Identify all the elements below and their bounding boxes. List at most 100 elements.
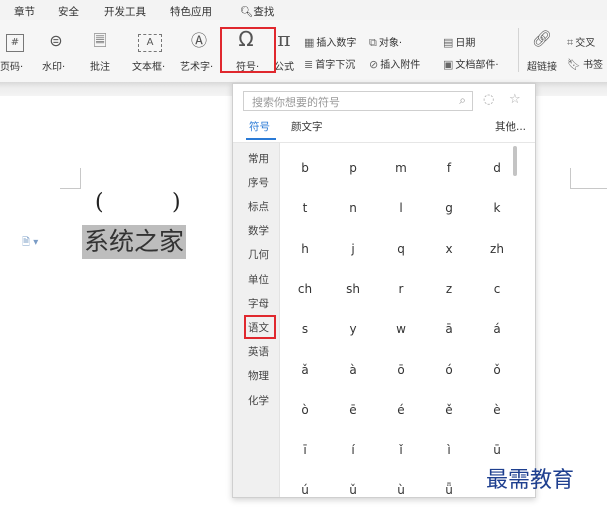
symbol-cell[interactable]: sh <box>329 282 377 296</box>
scrollbar-thumb[interactable] <box>513 146 517 176</box>
tab-developer-tools[interactable]: 开发工具 <box>104 4 146 19</box>
tab-emoticons[interactable]: 颜文字 <box>291 119 323 134</box>
symbol-cell[interactable]: ú <box>281 483 329 497</box>
symbol-scrollbar[interactable] <box>512 144 518 496</box>
symbol-cell[interactable]: í <box>329 443 377 457</box>
tab-search[interactable]: 🔍︎查找 <box>240 4 274 19</box>
symbol-cell[interactable]: ě <box>425 403 473 417</box>
symbol-button-highlight <box>220 27 276 73</box>
page-number-icon[interactable]: # <box>6 34 24 52</box>
document-parts-button[interactable]: ▣ 文档部件· <box>443 56 499 71</box>
symbol-cell[interactable]: ē <box>329 403 377 417</box>
symbol-cell[interactable]: l <box>377 201 425 215</box>
category-chemistry[interactable]: 化学 <box>248 393 269 408</box>
symbol-cell[interactable]: ù <box>377 483 425 497</box>
symbol-cell[interactable]: j <box>329 242 377 256</box>
symbol-cell[interactable]: ǔ <box>329 483 377 497</box>
margin-corner-mark <box>60 188 81 189</box>
ribbon-separator <box>518 28 519 72</box>
drop-cap-button[interactable]: ≣ 首字下沉 <box>304 56 355 71</box>
symbol-cell[interactable]: ī <box>281 443 329 457</box>
category-common[interactable]: 常用 <box>248 151 269 166</box>
wordart-button[interactable]: 艺术字· <box>180 58 213 73</box>
drop-cap-icon: ≣ <box>304 58 314 71</box>
tab-security[interactable]: 安全 <box>58 4 79 19</box>
pin-icon[interactable]: ☆ <box>509 92 521 107</box>
selected-document-text[interactable]: 系统之家 <box>82 225 187 259</box>
symbol-cell[interactable]: f <box>425 161 473 175</box>
textbox-button[interactable]: 文本框· <box>132 58 165 73</box>
symbol-dropdown-panel: ⌕ ◌ ☆ 符号 颜文字 其他... 常用 序号 标点 数学 几何 单位 字母 … <box>232 83 536 498</box>
selected-category-highlight <box>244 315 276 339</box>
symbol-cell[interactable]: p <box>329 161 377 175</box>
category-ordinal[interactable]: 序号 <box>248 175 269 190</box>
watermark-icon[interactable]: ⊜ <box>45 32 67 50</box>
symbol-cell[interactable]: ǐ <box>377 443 425 457</box>
hyperlink-icon[interactable]: 🔗︎ <box>530 30 554 48</box>
insert-number-button[interactable]: ▦ 插入数字 <box>304 34 356 49</box>
watermark-button[interactable]: 水印· <box>42 58 65 73</box>
symbol-search-input[interactable] <box>250 93 444 111</box>
symbol-cell[interactable]: ò <box>281 403 329 417</box>
more-symbols-link[interactable]: 其他... <box>495 119 526 134</box>
symbol-cell[interactable]: é <box>377 403 425 417</box>
symbol-cell[interactable]: t <box>281 201 329 215</box>
comment-button[interactable]: 批注 <box>90 58 110 73</box>
symbol-cell[interactable]: n <box>329 201 377 215</box>
symbol-cell[interactable]: à <box>329 363 377 377</box>
comment-icon[interactable]: 🗏︎ <box>89 32 111 50</box>
category-physics[interactable]: 物理 <box>248 368 269 383</box>
cross-reference-button[interactable]: ⌗ 交叉 <box>567 34 595 50</box>
symbol-cell[interactable]: s <box>281 322 329 336</box>
symbol-cell[interactable]: ā <box>425 322 473 336</box>
symbol-cell[interactable]: ì <box>425 443 473 457</box>
paragraph-marker-icon[interactable]: 🗎︎ ▾ <box>22 235 38 252</box>
attachment-icon: ⊘ <box>369 58 379 71</box>
symbol-cell[interactable]: z <box>425 282 473 296</box>
hyperlink-button[interactable]: 超链接 <box>527 58 557 73</box>
symbol-search-box[interactable]: ⌕ <box>243 91 473 111</box>
open-parenthesis: ( <box>95 190 104 215</box>
insert-number-icon: ▦ <box>304 36 315 49</box>
tab-featured-apps[interactable]: 特色应用 <box>170 4 212 19</box>
formula-button[interactable]: 公式 <box>274 58 294 73</box>
tab-symbols[interactable]: 符号 <box>249 119 270 134</box>
symbol-cell[interactable]: ō <box>377 363 425 377</box>
margin-corner-mark <box>80 168 81 189</box>
close-parenthesis: ) <box>172 190 181 215</box>
tab-chapter[interactable]: 章节 <box>14 4 35 19</box>
margin-corner-mark <box>570 188 607 189</box>
symbol-cell[interactable]: r <box>377 282 425 296</box>
symbol-cell[interactable]: ch <box>281 282 329 296</box>
search-icon: 🔍︎ <box>240 6 254 18</box>
symbol-cell[interactable]: x <box>425 242 473 256</box>
bookmark-button[interactable]: 🔖︎ 书签 <box>567 56 603 71</box>
object-button[interactable]: ⧉ 对象· <box>369 34 402 50</box>
category-math[interactable]: 数学 <box>248 223 269 238</box>
symbol-cell[interactable]: g <box>425 201 473 215</box>
category-punctuation[interactable]: 标点 <box>248 199 269 214</box>
attachment-button[interactable]: ⊘ 插入附件 <box>369 56 420 71</box>
chat-bubble-icon[interactable]: ◌ <box>483 92 494 107</box>
symbol-cell[interactable]: ǎ <box>281 363 329 377</box>
search-icon[interactable]: ⌕ <box>459 93 466 108</box>
wordart-icon[interactable]: Ⓐ <box>188 32 210 50</box>
category-english[interactable]: 英语 <box>248 344 269 359</box>
symbol-cell[interactable]: m <box>377 161 425 175</box>
symbol-cell[interactable]: b <box>281 161 329 175</box>
menu-tab-bar: 章节 安全 开发工具 特色应用 🔍︎查找 <box>0 0 607 20</box>
category-geometry[interactable]: 几何 <box>248 247 269 262</box>
symbol-cell[interactable]: y <box>329 322 377 336</box>
symbol-cell[interactable]: w <box>377 322 425 336</box>
margin-corner-mark <box>570 168 571 189</box>
symbol-cell[interactable]: ǖ <box>425 483 473 497</box>
category-letters[interactable]: 字母 <box>248 296 269 311</box>
page-number-button[interactable]: 页码· <box>0 58 23 73</box>
symbol-cell[interactable]: q <box>377 242 425 256</box>
date-button[interactable]: ▤ 日期 <box>443 34 475 49</box>
symbol-cell[interactable]: h <box>281 242 329 256</box>
textbox-icon[interactable]: A <box>138 34 162 52</box>
tab-search-label: 查找 <box>253 6 275 18</box>
symbol-cell[interactable]: ó <box>425 363 473 377</box>
category-unit[interactable]: 单位 <box>248 272 269 287</box>
